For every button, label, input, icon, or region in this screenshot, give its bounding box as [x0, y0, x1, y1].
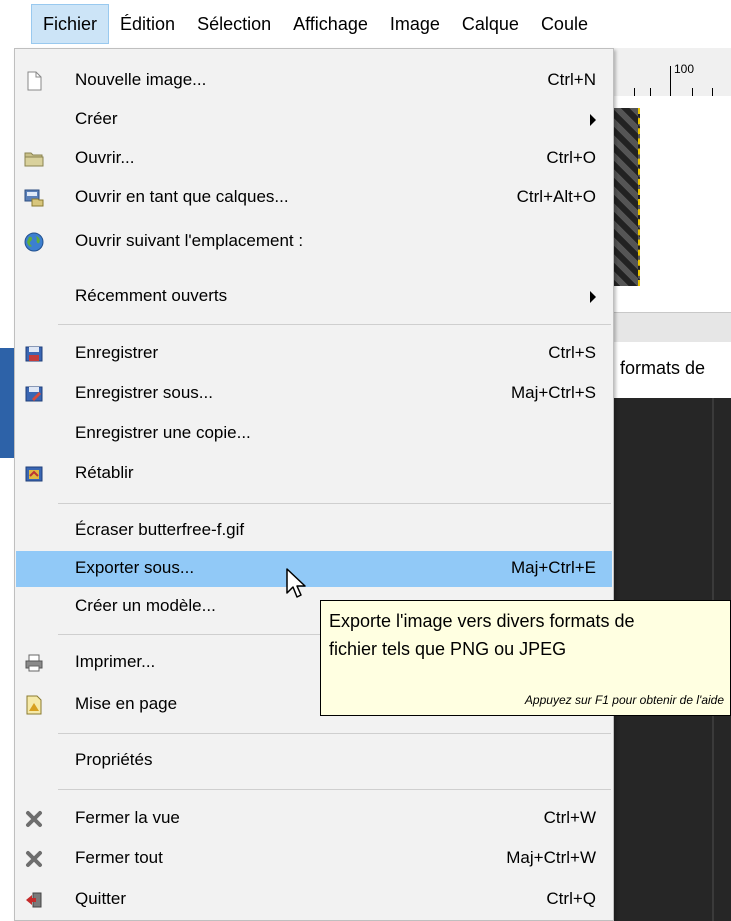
tooltip-help-hint: Appuyez sur F1 pour obtenir de l'aide [524, 693, 724, 707]
close-view-icon [26, 811, 42, 827]
menu-item-label: Imprimer... [75, 652, 156, 671]
export-tooltip: Exporte l'image vers divers formats de f… [320, 600, 731, 716]
menu-item-shortcut: Ctrl+W [543, 808, 596, 827]
menu-item-save[interactable]: Enregistrer Ctrl+S [16, 336, 612, 372]
menu-item-shortcut: Maj+Ctrl+W [506, 848, 596, 867]
image-canvas[interactable] [612, 96, 731, 312]
menu-item-open-as-layers[interactable]: Ouvrir en tant que calques... Ctrl+Alt+O [16, 180, 612, 216]
menu-item-shortcut: Ctrl+N [547, 70, 596, 89]
canvas-image-preview [612, 108, 640, 286]
menu-separator [58, 503, 611, 504]
tooltip-line-2: fichier tels que PNG ou JPEG [329, 639, 567, 659]
menu-edition[interactable]: Édition [109, 4, 186, 44]
menu-item-properties[interactable]: Propriétés [16, 743, 612, 779]
menu-item-shortcut: Maj+Ctrl+S [510, 383, 596, 402]
folder-open-icon [24, 152, 44, 167]
ruler-label: 100 [674, 62, 695, 76]
status-hint-text: formats de [620, 358, 706, 378]
menu-item-new-image[interactable]: Nouvelle image... Ctrl+N [16, 63, 612, 99]
quit-icon [26, 892, 42, 908]
menu-item-label: Fermer la vue [75, 808, 180, 827]
menu-item-label: Enregistrer [75, 343, 159, 362]
menu-item-label: Enregistrer une copie... [75, 423, 251, 442]
menu-item-label: Rétablir [75, 463, 134, 482]
menu-item-label: Mise en page [75, 694, 178, 713]
menu-item-label: Écraser butterfree-f.gif [75, 520, 245, 539]
menu-affichage[interactable]: Affichage [282, 4, 379, 44]
menu-separator [58, 733, 611, 734]
menu-item-shortcut: Ctrl+S [548, 343, 596, 362]
menu-item-close-all[interactable]: Fermer tout Maj+Ctrl+W [16, 841, 612, 877]
menu-item-create[interactable]: Créer [16, 102, 612, 138]
menu-item-save-as[interactable]: Enregistrer sous... Maj+Ctrl+S [16, 376, 612, 412]
close-all-icon [26, 851, 42, 867]
menu-item-label: Ouvrir en tant que calques... [75, 187, 289, 206]
menu-item-save-copy[interactable]: Enregistrer une copie... [16, 416, 612, 452]
menu-image[interactable]: Image [379, 4, 451, 44]
menu-item-quit[interactable]: Quitter Ctrl+Q [16, 882, 612, 918]
menu-item-label: Ouvrir suivant l'emplacement : [75, 231, 304, 250]
menu-item-label: Exporter sous... [75, 558, 195, 577]
menu-separator [58, 324, 611, 325]
submenu-arrow-icon [590, 291, 596, 303]
menu-item-recent[interactable]: Récemment ouverts [16, 279, 612, 315]
menu-item-label: Quitter [75, 889, 127, 908]
menu-item-label: Ouvrir... [75, 148, 135, 167]
menu-item-open-location[interactable]: Ouvrir suivant l'emplacement : [16, 224, 612, 260]
status-hint-bar: formats de [612, 342, 731, 399]
menu-item-overwrite[interactable]: Écraser butterfree-f.gif [16, 513, 612, 549]
tooltip-line-1: Exporte l'image vers divers formats de [329, 611, 635, 631]
new-image-icon [27, 71, 42, 91]
menu-selection[interactable]: Sélection [186, 4, 282, 44]
menu-item-label: Récemment ouverts [75, 286, 228, 305]
menu-item-label: Fermer tout [75, 848, 163, 867]
menu-fichier[interactable]: Fichier [31, 4, 110, 44]
menu-item-close-view[interactable]: Fermer la vue Ctrl+W [16, 801, 612, 837]
file-menu-dropdown: Nouvelle image... Ctrl+N Créer Ouvrir...… [14, 48, 614, 921]
globe-icon [24, 232, 44, 252]
submenu-arrow-icon [590, 114, 596, 126]
menu-item-label: Enregistrer sous... [75, 383, 213, 402]
menu-item-open[interactable]: Ouvrir... Ctrl+O [16, 141, 612, 177]
menu-couleurs[interactable]: Coule [530, 4, 599, 44]
save-icon [25, 346, 43, 362]
menu-item-label: Nouvelle image... [75, 70, 207, 89]
menu-item-revert[interactable]: Rétablir [16, 456, 612, 492]
horizontal-ruler: 100 [612, 48, 731, 97]
open-as-layers-icon [24, 189, 44, 207]
menu-item-shortcut: Ctrl+Q [546, 889, 596, 908]
menu-item-shortcut: Ctrl+Alt+O [516, 187, 596, 206]
menu-item-label: Propriétés [75, 750, 153, 769]
revert-icon [25, 466, 43, 482]
menu-bar: Fichier Édition Sélection Affichage Imag… [0, 0, 731, 48]
save-as-icon [25, 386, 43, 402]
menu-separator [58, 789, 611, 790]
menu-calque[interactable]: Calque [451, 4, 530, 44]
menu-item-shortcut: Maj+Ctrl+E [510, 558, 596, 577]
printer-icon [25, 654, 43, 672]
menu-item-export-as[interactable]: Exporter sous... Maj+Ctrl+E [16, 551, 612, 587]
menu-item-label: Créer [75, 109, 118, 128]
mouse-cursor-icon [286, 568, 306, 598]
menu-item-shortcut: Ctrl+O [546, 148, 596, 167]
menu-item-label: Créer un modèle... [75, 596, 216, 615]
horizontal-scrollbar[interactable] [612, 312, 731, 343]
page-setup-icon [26, 695, 42, 715]
